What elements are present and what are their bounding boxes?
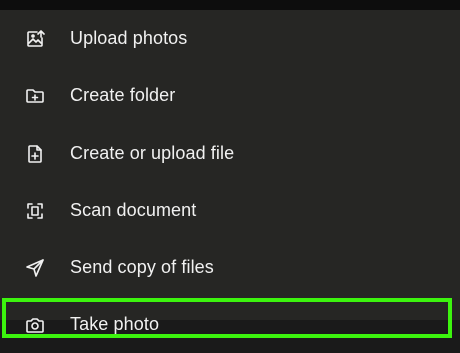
menu-item-label: Create or upload file [70, 143, 235, 163]
upload-photos-icon [25, 29, 45, 49]
camera-icon [25, 315, 45, 335]
menu-item-send-copy-of-files[interactable]: Send copy of files [0, 239, 460, 296]
create-folder-icon [25, 86, 45, 106]
menu-item-scan-document[interactable]: Scan document [0, 182, 460, 239]
send-icon [25, 258, 45, 278]
menu-item-label: Create folder [70, 85, 176, 105]
add-menu: Upload photos Create folder Create or up… [0, 10, 460, 334]
scan-document-icon [25, 201, 45, 221]
menu-item-create-folder[interactable]: Create folder [0, 67, 460, 124]
menu-item-label: Scan document [70, 200, 197, 220]
status-bar [0, 0, 460, 10]
menu-item-label: Take photo [70, 314, 160, 334]
menu-item-label: Upload photos [70, 28, 188, 48]
menu-item-take-photo[interactable]: Take photo [0, 296, 460, 353]
menu-item-create-or-upload-file[interactable]: Create or upload file [0, 125, 460, 182]
create-file-icon [25, 144, 45, 164]
menu-item-label: Send copy of files [70, 257, 214, 277]
menu-item-upload-photos[interactable]: Upload photos [0, 10, 460, 67]
